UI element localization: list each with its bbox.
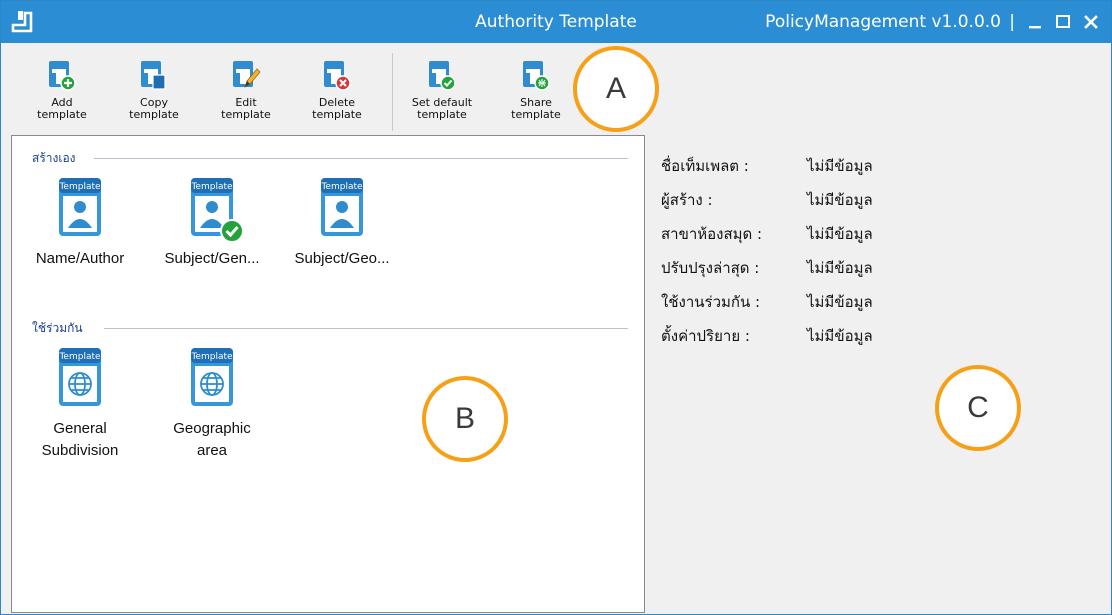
- person-template-icon: Template: [58, 178, 101, 236]
- template-item-subject-geo[interactable]: Template Subject/Geo...: [274, 176, 410, 270]
- detail-key: ชื่อเท็มเพลต :: [661, 157, 749, 175]
- detail-value: ไม่มีข้อมูล: [807, 293, 873, 311]
- toolbar: Add template Copy template Edit template: [1, 43, 1111, 135]
- template-list-panel[interactable]: สร้างเอง Template Name/Author Template S…: [11, 135, 645, 613]
- detail-key: ตั้งค่าปริยาย :: [661, 327, 750, 345]
- close-button[interactable]: [1079, 9, 1103, 35]
- template-label: Subject/Geo...: [294, 250, 390, 267]
- template-item-geographic-area[interactable]: Template Geographic area: [144, 346, 280, 462]
- template-item-subject-gen[interactable]: Template Subject/Gen...: [144, 176, 280, 270]
- template-label-line1: General: [53, 420, 107, 437]
- detail-key: ปรับปรุงล่าสุด :: [661, 259, 760, 277]
- detail-value: ไม่มีข้อมูล: [807, 259, 873, 277]
- application-window: Authority Template PolicyManagement v1.0…: [0, 0, 1112, 615]
- globe-template-icon: Template: [58, 348, 101, 406]
- template-badge: Template: [320, 182, 363, 192]
- detail-value: ไม่มีข้อมูล: [807, 225, 873, 243]
- check-badge-icon: [220, 219, 244, 243]
- edit-template-icon: [233, 61, 261, 88]
- template-details-panel: ชื่อเท็มเพลต : ไม่มีข้อมูล ผู้สร้าง : ไม…: [647, 135, 1111, 613]
- minimize-icon: [1029, 26, 1041, 29]
- edit-template-label: Edit template: [221, 96, 271, 121]
- set-default-template-label: Set default template: [411, 96, 473, 121]
- edit-template-button[interactable]: Edit template: [211, 55, 281, 133]
- template-item-general-subdivision[interactable]: Template General Subdivision: [12, 346, 148, 462]
- template-item-name-author[interactable]: Template Name/Author: [12, 176, 148, 270]
- delete-template-label: Delete template: [312, 96, 362, 121]
- detail-key: สาขาห้องสมุด :: [661, 225, 763, 243]
- share-template-icon: [523, 61, 550, 91]
- copy-template-button[interactable]: Copy template: [119, 55, 189, 133]
- annotation-marker-b: B: [422, 376, 508, 462]
- share-template-button[interactable]: Share template: [501, 55, 571, 133]
- template-badge: Template: [190, 182, 233, 192]
- add-template-button[interactable]: Add template: [27, 55, 97, 133]
- delete-template-icon: [324, 61, 351, 91]
- template-label: Name/Author: [35, 250, 125, 267]
- group-header-own: สร้างเอง: [32, 148, 628, 168]
- group-title-own: สร้างเอง: [32, 151, 76, 165]
- minimize-button[interactable]: [1023, 9, 1047, 35]
- annotation-marker-c: C: [935, 365, 1021, 451]
- group-title-shared: ใช้ร่วมกัน: [32, 321, 83, 335]
- set-default-template-button[interactable]: Set default template: [405, 55, 479, 133]
- group-divider: [94, 158, 628, 159]
- maximize-icon: [1056, 15, 1070, 28]
- detail-value: ไม่มีข้อมูล: [807, 327, 873, 345]
- template-label: Subject/Gen...: [164, 250, 260, 267]
- add-template-icon: [49, 61, 76, 91]
- set-default-template-icon: [429, 61, 456, 91]
- template-badge: Template: [58, 352, 101, 362]
- annotation-marker-a: A: [573, 46, 659, 132]
- template-label-line1: Geographic: [173, 420, 251, 437]
- copy-template-label: Copy template: [129, 96, 179, 121]
- title-separator: |: [1009, 12, 1015, 32]
- app-version: PolicyManagement v1.0.0.0: [765, 12, 1001, 32]
- share-template-label: Share template: [511, 96, 561, 121]
- group-divider: [104, 328, 628, 329]
- person-template-default-icon: Template: [190, 178, 244, 243]
- group-header-shared: ใช้ร่วมกัน: [32, 318, 628, 338]
- maximize-button[interactable]: [1051, 9, 1075, 35]
- detail-value: ไม่มีข้อมูล: [807, 157, 873, 175]
- title-bar[interactable]: Authority Template PolicyManagement v1.0…: [1, 1, 1111, 43]
- globe-template-icon: Template: [190, 348, 233, 406]
- detail-value: ไม่มีข้อมูล: [807, 191, 873, 209]
- copy-template-icon: [141, 61, 166, 90]
- close-icon: [1084, 15, 1098, 29]
- template-badge: Template: [58, 182, 101, 192]
- detail-key: ใช้งานร่วมกัน :: [661, 293, 761, 311]
- delete-template-button[interactable]: Delete template: [302, 55, 372, 133]
- template-label-line2: area: [196, 442, 228, 459]
- template-label-line2: Subdivision: [41, 442, 119, 459]
- person-template-icon: Template: [320, 178, 363, 236]
- template-badge: Template: [190, 352, 233, 362]
- add-template-label: Add template: [37, 96, 87, 121]
- detail-key: ผู้สร้าง :: [661, 191, 713, 209]
- toolbar-separator: [392, 53, 393, 131]
